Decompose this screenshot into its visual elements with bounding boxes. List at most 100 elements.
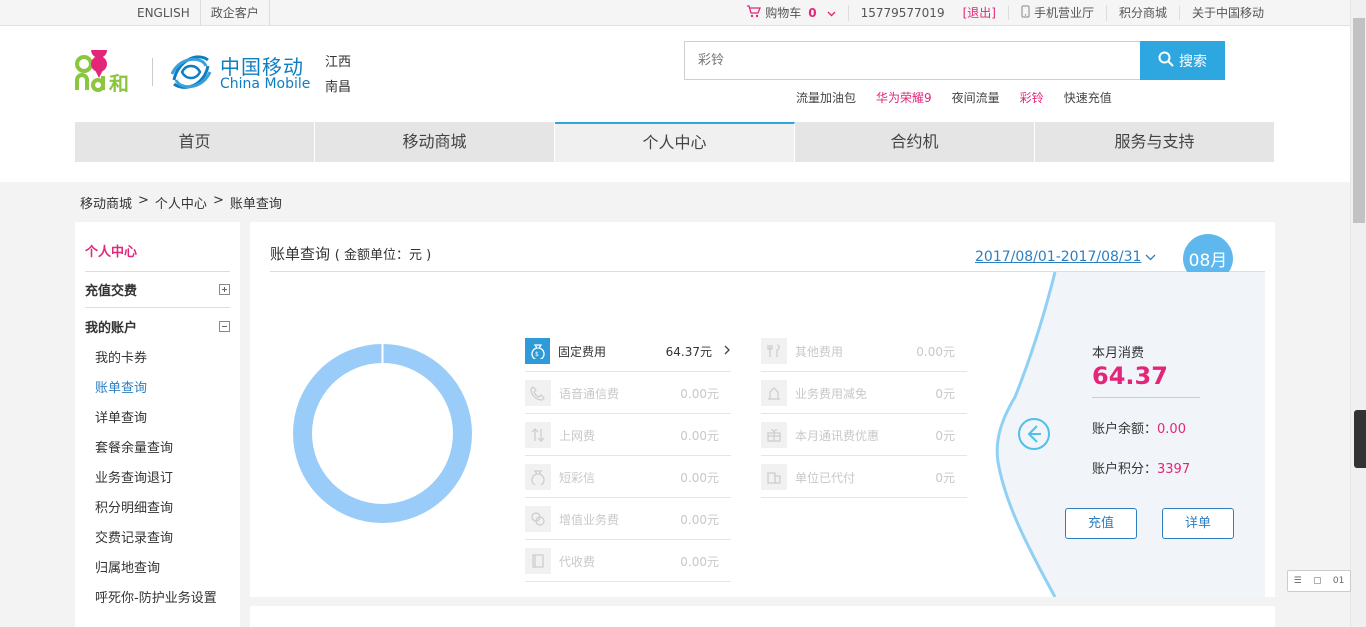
- recharge-button[interactable]: 充值: [1065, 508, 1137, 539]
- hot-word-link[interactable]: 流量加油包: [796, 89, 856, 106]
- fee-amount: 0元: [935, 428, 955, 443]
- hot-words: 流量加油包 华为荣耀9 夜间流量 彩铃 快速充值: [796, 89, 1112, 106]
- balance-row: 账户余额：0.00: [1092, 418, 1186, 437]
- nav-tab-personal-center[interactable]: 个人中心: [555, 122, 795, 162]
- search-input[interactable]: [685, 42, 1141, 79]
- chevron-right-icon[interactable]: [724, 344, 731, 359]
- fee-list-right: 其他费用 0.00元 业务费用减免 0元 本月通讯费优惠 0元 单位已代付 0元: [761, 330, 967, 498]
- floating-toolbar[interactable]: ☰ ▢ 01: [1287, 570, 1351, 592]
- region-selector[interactable]: 江西 南昌: [325, 50, 351, 100]
- nav-tab-mall[interactable]: 移动商城: [315, 122, 555, 162]
- top-bar: ENGLISH 政企客户 购物车 0 15779577019 [退出] 手机营业…: [0, 0, 1350, 26]
- gov-customer-link[interactable]: 政企客户: [201, 0, 270, 26]
- nav-tab-service-support[interactable]: 服务与支持: [1035, 122, 1274, 162]
- fee-amount: 0.00元: [680, 554, 719, 569]
- money-bag-icon: [525, 464, 551, 490]
- donut-ring: [293, 344, 472, 523]
- fee-name: 上网费: [559, 428, 596, 443]
- fee-row-fixed[interactable]: $ 固定费用 64.37元: [525, 330, 731, 372]
- month-label: 08月: [1188, 251, 1228, 271]
- office-icon: [761, 464, 787, 490]
- unit-note: ( 金额单位：元 ): [334, 248, 432, 263]
- side-widget-tab[interactable]: [1354, 410, 1366, 468]
- cart-count: 0: [808, 6, 817, 20]
- hot-word-link[interactable]: 彩铃: [1020, 89, 1044, 106]
- breadcrumb: 移动商城 > 个人中心 > 账单查询: [80, 193, 282, 212]
- breadcrumb-separator: >: [212, 193, 224, 208]
- search-box: [684, 41, 1142, 80]
- scrollbar-thumb[interactable]: [1353, 18, 1365, 223]
- points-label: 账户积分：: [1092, 462, 1158, 477]
- points-mall-link[interactable]: 积分商城: [1107, 6, 1180, 20]
- sidebar-title[interactable]: 个人中心: [85, 222, 230, 272]
- sidebar-group-my-account[interactable]: 我的账户: [85, 308, 230, 344]
- nav-tab-contract-phone[interactable]: 合约机: [795, 122, 1035, 162]
- sidebar-item-service-unsubscribe[interactable]: 业务查询退订: [85, 464, 230, 494]
- fee-name: 增值业务费: [559, 512, 620, 527]
- and-logo[interactable]: 和: [75, 42, 145, 96]
- detail-button[interactable]: 详单: [1162, 508, 1234, 539]
- breadcrumb-item[interactable]: 移动商城: [80, 193, 132, 212]
- english-link[interactable]: ENGLISH: [127, 0, 201, 26]
- search-icon: [1158, 51, 1174, 71]
- sidebar-item-points-detail[interactable]: 积分明细查询: [85, 494, 230, 524]
- header: 和 中国移动 China Mobile 江西 南昌 搜索 流量加油包 华为荣耀9…: [0, 26, 1350, 182]
- up-down-arrows-icon: [525, 422, 551, 448]
- search-button-label: 搜索: [1179, 53, 1207, 70]
- sidebar-item-detail-query[interactable]: 详单查询: [85, 404, 230, 434]
- fee-name: 其他费用: [795, 344, 844, 359]
- fee-name: 业务费用减免: [795, 386, 868, 401]
- breadcrumb-item[interactable]: 个人中心: [155, 193, 207, 212]
- fee-name: 单位已代付: [795, 470, 856, 485]
- fee-amount: 0.00元: [680, 428, 719, 443]
- gift-icon: [761, 422, 787, 448]
- sidebar-item-bill-query[interactable]: 账单查询: [85, 374, 230, 404]
- back-arrow-icon[interactable]: [1017, 417, 1051, 455]
- sidebar-item-my-coupons[interactable]: 我的卡券: [85, 344, 230, 374]
- hot-word-link[interactable]: 华为荣耀9: [876, 89, 932, 106]
- user-info: 15779577019 [退出]: [849, 6, 1009, 20]
- chevron-down-icon: [1145, 249, 1156, 265]
- page-scrollbar[interactable]: [1350, 0, 1366, 627]
- fee-row-other: 其他费用 0.00元: [761, 330, 967, 372]
- fee-row-waiver: 业务费用减免 0元: [761, 372, 967, 414]
- date-range-selector[interactable]: 2017/08/01-2017/08/31: [975, 249, 1156, 265]
- list-icon[interactable]: ☰: [1294, 576, 1302, 586]
- svg-text:和: 和: [109, 72, 129, 92]
- fee-name: 固定费用: [558, 344, 607, 359]
- hot-word-link[interactable]: 夜间流量: [952, 89, 1000, 106]
- sidebar-item-package-balance[interactable]: 套餐余量查询: [85, 434, 230, 464]
- fee-donut-chart: [290, 341, 475, 526]
- hot-word-link[interactable]: 快速充值: [1064, 89, 1112, 106]
- search-button[interactable]: 搜索: [1140, 41, 1225, 80]
- main-nav: 首页 移动商城 个人中心 合约机 服务与支持: [75, 122, 1274, 162]
- mobile-hall-link[interactable]: 手机营业厅: [1009, 5, 1107, 21]
- fee-row-discount: 本月通讯费优惠 0元: [761, 414, 967, 456]
- sidebar-item-number-location[interactable]: 归属地查询: [85, 554, 230, 584]
- sidebar-group-recharge[interactable]: 充值交费: [85, 272, 230, 308]
- fee-row-collection: 代收费 0.00元: [525, 540, 731, 582]
- cart-link[interactable]: 购物车 0: [734, 5, 849, 21]
- sidebar-item-call-protection[interactable]: 呼死你-防护业务设置: [85, 584, 230, 614]
- china-mobile-logo[interactable]: [168, 50, 213, 95]
- fee-amount: 64.37元: [665, 344, 712, 359]
- sidebar-group-label: 我的账户: [85, 320, 138, 336]
- document-icon: [525, 548, 551, 574]
- fee-row-data: 上网费 0.00元: [525, 414, 731, 456]
- fee-name: 语音通信费: [559, 386, 620, 401]
- brand-name-en: China Mobile: [220, 76, 311, 92]
- fee-amount: 0.00元: [680, 470, 719, 485]
- logout-link[interactable]: [退出]: [963, 6, 996, 20]
- chat-icon[interactable]: ▢: [1313, 576, 1322, 586]
- about-link[interactable]: 关于中国移动: [1180, 6, 1276, 20]
- nav-tab-home[interactable]: 首页: [75, 122, 315, 162]
- points-row: 账户积分：3397: [1092, 458, 1190, 477]
- expand-icon[interactable]: [219, 284, 230, 295]
- sidebar-item-payment-records[interactable]: 交费记录查询: [85, 524, 230, 554]
- collapse-icon[interactable]: [219, 320, 230, 332]
- money-bag-icon: $: [525, 338, 551, 364]
- bottom-panel: [250, 606, 1275, 627]
- toolbar-count: 01: [1332, 576, 1345, 586]
- fee-row-voice: 语音通信费 0.00元: [525, 372, 731, 414]
- breadcrumb-item: 账单查询: [229, 197, 282, 212]
